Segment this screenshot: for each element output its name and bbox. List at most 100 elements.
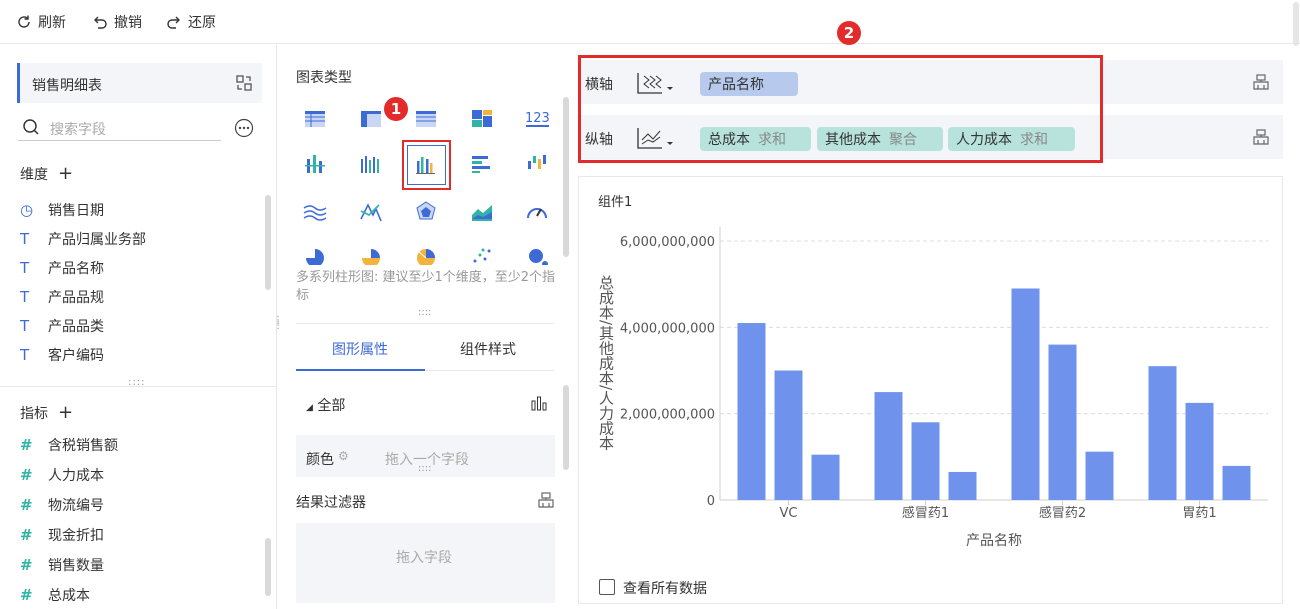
number-card-icon[interactable]: 123 — [522, 103, 552, 133]
scatter-line-icon[interactable] — [356, 197, 386, 227]
area-chart-icon[interactable] — [467, 197, 497, 227]
add-dimension-icon[interactable]: + — [58, 163, 73, 184]
resize-handle[interactable]: :::: — [128, 377, 145, 388]
text-icon: T — [20, 230, 30, 248]
dimension-item[interactable]: ◷ 销售日期 — [20, 199, 104, 221]
bubble-icon[interactable] — [522, 245, 552, 265]
metric-item[interactable]: # 含税销售额 — [20, 434, 118, 456]
stream-line-icon[interactable] — [300, 197, 330, 227]
dimension-label: 销售日期 — [48, 203, 104, 219]
redo-label: 还原 — [188, 15, 216, 31]
x-axis-title: 产品名称 — [966, 533, 1022, 549]
y-axis-settings-icon[interactable] — [1252, 128, 1270, 146]
gauge-icon[interactable] — [522, 197, 552, 227]
view-all-checkbox[interactable] — [599, 579, 615, 595]
switch-dataset-icon[interactable] — [235, 74, 253, 92]
number-field-icon: # — [20, 586, 33, 604]
radar-icon[interactable] — [411, 197, 441, 227]
metrics-title: 指标 — [20, 405, 48, 422]
metric-scrollbar[interactable] — [265, 538, 271, 596]
bar — [1222, 465, 1251, 500]
undo-button[interactable]: 撤销 — [92, 11, 142, 33]
more-icon[interactable] — [234, 118, 254, 138]
dimension-item[interactable]: T 产品品规 — [20, 286, 104, 308]
redo-button[interactable]: 还原 — [166, 11, 216, 33]
filter-dropzone[interactable]: 拖入字段 — [296, 523, 555, 603]
settings-icon[interactable]: ⚙ — [338, 449, 349, 463]
dimensions-title: 维度 — [20, 166, 48, 183]
metric-item[interactable]: # 现金折扣 — [20, 524, 104, 546]
toolbar: 刷新 撤销 还原 — [0, 0, 1300, 44]
selected-chart-border — [407, 145, 446, 185]
metric-item[interactable]: # 总成本 — [20, 584, 90, 606]
add-metric-icon[interactable]: + — [58, 402, 73, 423]
resize-handle-prop[interactable]: :::: — [418, 463, 431, 474]
redo-icon — [167, 16, 180, 29]
step-badge-1: 1 — [384, 97, 408, 121]
dimension-item[interactable]: T 产品品类 — [20, 315, 104, 337]
search-icon — [23, 119, 39, 135]
stacked-bar-icon[interactable] — [300, 149, 330, 179]
filter-placeholder: 拖入字段 — [396, 550, 452, 566]
x-axis-settings-icon[interactable] — [1252, 73, 1270, 91]
number-field-icon: # — [20, 526, 33, 544]
right-scrollbar[interactable] — [1293, 2, 1299, 46]
cross-table-icon[interactable] — [356, 103, 386, 133]
grouped-bar-icon[interactable] — [356, 149, 386, 179]
tab-component-style[interactable]: 组件样式 — [460, 339, 516, 359]
color-label: 颜色 — [306, 452, 334, 468]
resize-handle-mid[interactable]: :::: — [418, 307, 431, 318]
text-icon: T — [20, 317, 30, 335]
step-badge-2: 2 — [837, 21, 861, 45]
horizontal-bar-icon[interactable] — [467, 149, 497, 179]
bar-shape-icon[interactable] — [530, 394, 548, 412]
dimension-item[interactable]: T 客户编码 — [20, 344, 104, 366]
dimensions-header: 维度 + — [20, 163, 73, 184]
property-scrollbar[interactable] — [563, 385, 569, 470]
metric-label: 销售数量 — [48, 558, 104, 574]
metric-item[interactable]: # 销售数量 — [20, 554, 104, 576]
metric-label: 总成本 — [48, 588, 90, 604]
collapse-icon: ◢ — [306, 403, 313, 413]
search-placeholder: 搜索字段 — [50, 122, 106, 138]
all-label: 全部 — [317, 398, 346, 414]
y-tick-label: 0 — [707, 494, 715, 509]
undo-icon — [94, 16, 107, 29]
x-tick-label: 感冒药2 — [1039, 505, 1086, 521]
metric-item[interactable]: # 人力成本 — [20, 464, 104, 486]
pie-chart-icon[interactable] — [300, 245, 330, 265]
metric-label: 物流编号 — [48, 498, 104, 514]
chart-type-scrollbar[interactable] — [563, 97, 569, 257]
field-search-input[interactable]: 搜索字段 — [18, 115, 221, 141]
partial-pie-icon[interactable] — [356, 245, 386, 265]
table-chart-icon[interactable] — [300, 103, 330, 133]
field-panel: 销售明细表 搜索字段 维度 + ◷ 销售日期 T 产品归属业务部 T 产品名称 T 产品品规 T… — [0, 45, 277, 609]
bar-chart: 0 2,000,000,000 4,000,000,000 6,000,000,000… — [597, 227, 1268, 549]
chart-type-title: 图表类型 — [296, 70, 352, 86]
bar — [874, 392, 903, 500]
rose-chart-icon[interactable] — [411, 245, 441, 265]
metric-label: 人力成本 — [48, 468, 104, 484]
dataset-selector[interactable]: 销售明细表 — [17, 63, 262, 103]
dot-chart-icon[interactable] — [467, 245, 497, 265]
waterfall-icon[interactable] — [522, 149, 552, 179]
dimension-item[interactable]: T 产品名称 — [20, 257, 104, 279]
y-axis-title: 总成本/其他成本/人力成本 — [597, 275, 615, 450]
active-tab-underline — [296, 369, 425, 371]
treemap-icon[interactable] — [467, 103, 497, 133]
text-icon: T — [20, 288, 30, 306]
all-series-row[interactable]: ◢ 全部 — [306, 395, 345, 415]
dataset-name: 销售明细表 — [32, 78, 102, 94]
metric-item[interactable]: # 物流编号 — [20, 494, 104, 516]
dimension-label: 客户编码 — [48, 348, 104, 364]
dimension-item[interactable]: T 产品归属业务部 — [20, 228, 146, 250]
detail-table-icon[interactable] — [411, 103, 441, 133]
bar — [948, 471, 977, 500]
number-field-icon: # — [20, 556, 33, 574]
filter-settings-icon[interactable] — [537, 491, 555, 509]
chart-config-panel: 图表类型 123 1 多系列柱形图: 建议至少1个维度，至少2个指标 :::: … — [278, 45, 574, 609]
bar — [1011, 288, 1040, 500]
tab-graph-properties[interactable]: 图形属性 — [332, 339, 388, 359]
refresh-button[interactable]: 刷新 — [16, 11, 66, 33]
dimension-scrollbar[interactable] — [265, 195, 271, 290]
